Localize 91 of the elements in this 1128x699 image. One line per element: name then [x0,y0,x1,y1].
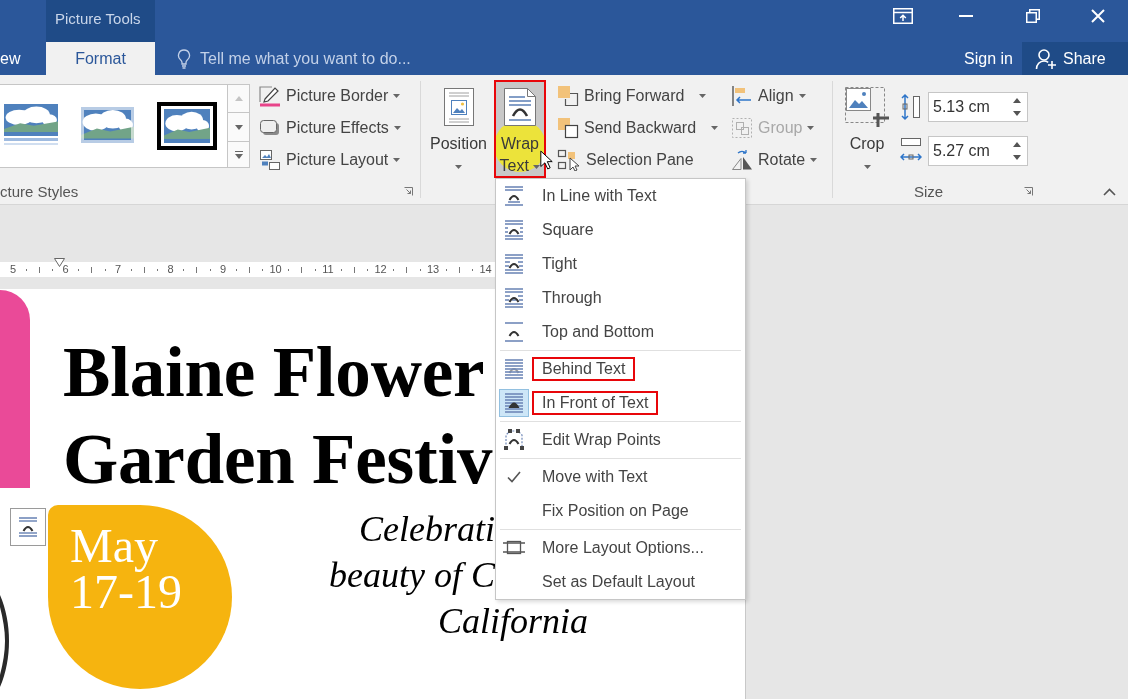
menu-item[interactable]: In Line with Text [496,179,745,213]
menu-item[interactable]: Edit Wrap Points [496,423,745,457]
add-person-icon [1035,47,1057,70]
caret-icon [699,94,707,98]
spinner-arrows-icon[interactable] [1013,142,1021,160]
corner-arrow-icon[interactable] [404,186,413,196]
menu-item[interactable]: Top and Bottom [496,315,745,349]
ribbon-command[interactable]: Rotate [730,144,820,176]
ribbon-large-button[interactable]: Position [425,80,492,178]
triangle-marker-icon[interactable] [54,258,65,267]
share-button[interactable]: Share [1022,42,1128,75]
crop-button[interactable]: Crop [842,80,892,178]
ruler-number: 5 [8,263,18,276]
menu-item[interactable]: More Layout Options... [496,531,745,565]
caret-down-icon [234,124,243,130]
restore-icon [1026,9,1040,23]
ruler-number: 6 [61,263,70,276]
ruler-number: 8 [166,263,175,276]
sign-in-link[interactable]: Sign in [964,49,1013,68]
close-icon [1091,9,1105,23]
ruler-number: 14 [478,263,493,276]
minimize-icon [958,15,973,17]
ribbon-large-button[interactable]: Wrap Text [494,80,546,178]
lightbulb-icon [177,48,191,69]
ruler-number: 7 [113,263,123,276]
document-title: Blaine Flower Garden Festiv [63,332,493,500]
page-picture-icon [443,88,474,126]
tagline-text: beauty of C [329,554,495,597]
ribbon-command[interactable]: Send Backward [556,112,721,144]
line-caret-icon [234,150,243,159]
badge-text: May 17-19 [70,523,182,615]
ruler-number: 9 [218,263,228,276]
height-field[interactable]: 5.13 cm [928,92,1028,122]
caret-icon [393,158,401,162]
ribbon-command[interactable]: Picture Effects [258,112,403,144]
dashed-squares-icon [731,117,753,139]
caret-up-icon [234,96,243,101]
menu-item[interactable]: Set as Default Layout [496,565,745,599]
spinner-arrows-icon[interactable] [1013,98,1021,116]
ruler-number: 11 [321,263,335,276]
ribbon-command[interactable]: Picture Layout [258,144,403,176]
width-field[interactable]: 5.27 cm [928,136,1028,166]
picture-boxes-icon [259,149,281,171]
gallery-more-button[interactable] [228,142,250,168]
ruler-number: 10 [268,263,283,276]
caret-icon [807,126,815,130]
caret-icon [798,94,806,98]
caret-icon [533,164,541,169]
framed-landscape-icon[interactable] [157,102,217,150]
menu-item[interactable]: Square [496,213,745,247]
landscape-thumbnail-icon[interactable] [4,104,58,148]
caret-icon [711,126,719,130]
vertical-arrows-icon [900,92,922,122]
tell-me-field[interactable]: Tell me what you want to do... [200,49,490,68]
menu-item[interactable]: Behind Text [496,352,745,386]
text-wrap-icon [504,88,536,126]
group-label: cture Styles [0,182,79,200]
menu-item[interactable]: Move with Text [496,460,745,494]
ruler-number: 12 [373,263,388,276]
ribbon-command[interactable]: Selection Pane [556,144,696,176]
gallery-down-button[interactable] [228,113,250,142]
caret-icon [393,94,401,98]
layout-options-button[interactable] [10,508,46,546]
ribbon-command[interactable]: Picture Border [258,80,403,112]
group-label: Size [913,182,944,200]
tagline-text: Celebrati [359,508,495,551]
ribbon-command[interactable]: Align [730,80,808,112]
ribbon-tab[interactable]: ew [0,42,46,75]
cursor-icon [540,150,553,170]
rotate-triangles-icon [731,149,753,171]
tagline-text: California [438,600,589,643]
menu-item[interactable]: Through [496,281,745,315]
ribbon-command[interactable]: Bring Forward [556,80,709,112]
crop-icon [845,87,889,127]
caret-icon [393,126,401,130]
caret-icon [810,158,818,162]
squares-pointer-icon [557,149,581,171]
ruler-number: 13 [426,263,440,276]
caret-icon [455,164,462,169]
layered-squares-icon [557,117,579,139]
ribbon-tab[interactable]: Format [46,42,155,75]
corner-arrow-icon[interactable] [1024,186,1033,196]
menu-item[interactable]: In Front of Text [496,386,745,420]
caret-icon [863,164,871,169]
align-left-icon [731,85,753,107]
chevron-up-icon[interactable] [1103,188,1116,196]
menu-item[interactable]: Fix Position on Page [496,494,745,528]
contextual-tab-header: Picture Tools [46,0,155,42]
menu-item[interactable]: Tight [496,247,745,281]
pen-icon [259,85,281,107]
layered-squares-icon [557,85,579,107]
